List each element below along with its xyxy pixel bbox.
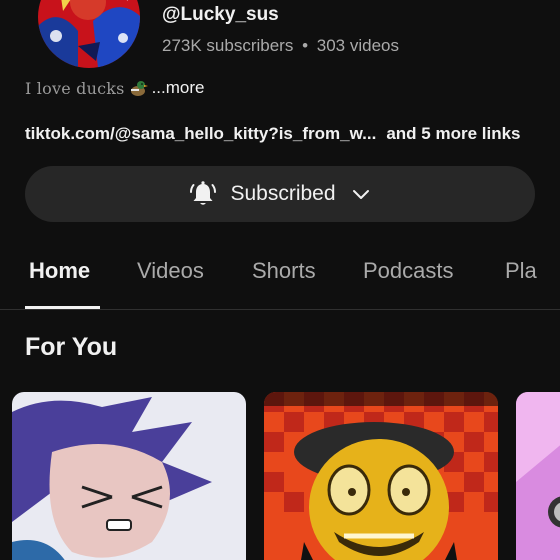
- active-tab-indicator: [25, 306, 100, 309]
- channel-tabs: Home Videos Shorts Podcasts Pla: [0, 248, 560, 310]
- tab-playlists[interactable]: Pla: [505, 258, 537, 284]
- thumbnail-image: [264, 392, 498, 560]
- more-link[interactable]: ...more: [152, 78, 205, 98]
- bio-text: I love ducks: [25, 78, 125, 98]
- video-thumbnail[interactable]: [12, 392, 246, 560]
- avatar-image: [38, 0, 140, 68]
- channel-description[interactable]: I love ducks ...more: [25, 78, 204, 98]
- channel-handle: @Lucky_sus: [162, 4, 279, 25]
- tab-videos[interactable]: Videos: [137, 258, 204, 284]
- channel-links[interactable]: tiktok.com/@sama_hello_kitty?is_from_w..…: [25, 124, 521, 144]
- video-thumbnail[interactable]: [516, 392, 560, 560]
- chevron-down-icon: [352, 190, 369, 199]
- tab-podcasts[interactable]: Podcasts: [363, 258, 454, 284]
- thumbnail-image: [516, 392, 560, 560]
- duck-emoji-icon: [128, 78, 148, 98]
- video-count: 303 videos: [316, 36, 399, 55]
- tab-shorts[interactable]: Shorts: [252, 258, 316, 284]
- bell-icon: [190, 181, 217, 205]
- subscribed-button[interactable]: Subscribed: [25, 166, 535, 222]
- section-title: For You: [25, 333, 118, 361]
- video-thumbnail[interactable]: [264, 392, 498, 560]
- subscribed-label: Subscribed: [230, 182, 336, 205]
- tiktok-link[interactable]: tiktok.com/@sama_hello_kitty?is_from_w..…: [25, 124, 376, 143]
- channel-stats: 273K subscribers • 303 videos: [162, 36, 399, 56]
- more-links[interactable]: and 5 more links: [386, 124, 520, 143]
- tab-home[interactable]: Home: [29, 258, 90, 284]
- subscriber-count: 273K subscribers: [162, 36, 294, 55]
- stats-separator: •: [302, 36, 309, 55]
- channel-avatar[interactable]: [38, 0, 140, 68]
- thumbnail-image: [12, 392, 246, 560]
